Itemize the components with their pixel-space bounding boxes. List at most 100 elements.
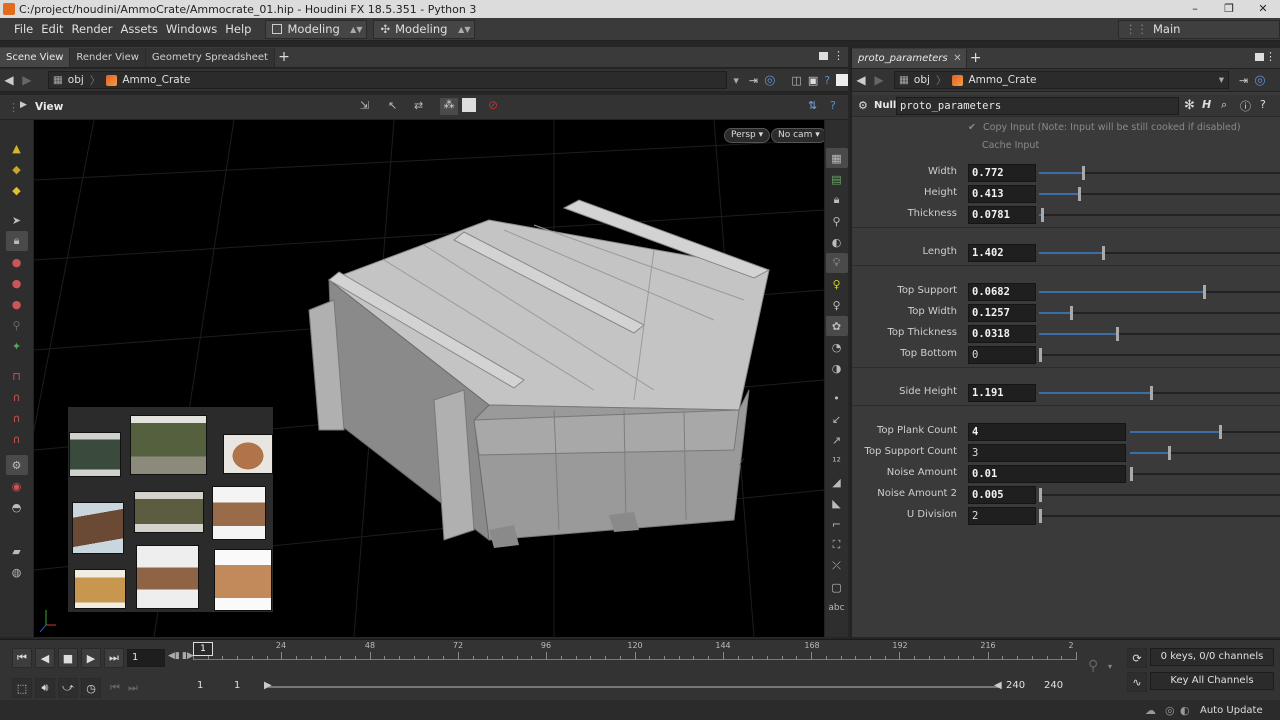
param-path-root[interactable]: obj xyxy=(914,74,930,86)
transform-icon[interactable]: ⇲ xyxy=(360,99,369,112)
tab-scene-view[interactable]: Scene View xyxy=(0,48,71,67)
view-options-icon[interactable]: ⇅ xyxy=(808,99,817,112)
object-icon[interactable]: ▢ xyxy=(826,577,848,597)
param-value-field[interactable]: 2 xyxy=(968,507,1036,525)
view-help-icon[interactable]: ? xyxy=(830,99,836,112)
copy-input-toggle[interactable]: ✔ Copy Input (Note: Input will be still … xyxy=(968,122,1241,133)
param-pane-options-icon[interactable]: ⋮ xyxy=(1265,50,1276,63)
range-slider[interactable] xyxy=(268,686,1000,688)
persp-menu-button[interactable]: Persp ▾ xyxy=(724,128,771,143)
slider-handle[interactable] xyxy=(1039,348,1042,362)
point-display-icon[interactable]: • xyxy=(826,388,848,408)
slider-handle[interactable] xyxy=(1039,509,1042,523)
add-tab-button[interactable]: + xyxy=(275,48,293,67)
cache-input-toggle[interactable]: Cache Input xyxy=(982,140,1039,151)
channel-refresh-icon[interactable]: ⟳ xyxy=(1127,648,1147,668)
slider-handle[interactable] xyxy=(1116,327,1120,341)
jump-end-button[interactable]: ⏭ xyxy=(104,648,124,668)
search-icon[interactable]: ⌕ xyxy=(1221,98,1227,112)
paint-icon[interactable]: ◆ xyxy=(6,180,28,200)
param-value-field[interactable]: 3 xyxy=(968,444,1126,462)
pane-menu-icon[interactable] xyxy=(819,52,828,60)
view-menu-arrow-icon[interactable]: ▶ xyxy=(20,100,27,110)
close-tab-icon[interactable]: ✕ xyxy=(953,49,961,68)
render-icon[interactable]: ▰ xyxy=(6,541,28,561)
tab-proto-parameters[interactable]: proto_parameters ✕ xyxy=(852,49,967,68)
help-icon[interactable]: ? xyxy=(824,74,830,87)
step-back-icon[interactable]: ◀▮ xyxy=(168,651,180,661)
hull-icon[interactable]: ◣ xyxy=(826,493,848,513)
slider-handle[interactable] xyxy=(1202,285,1206,299)
translate-tool-icon[interactable]: ✦ xyxy=(6,336,28,356)
uv-icon[interactable]: ⌐ xyxy=(826,514,848,534)
param-value-field[interactable]: 4 xyxy=(968,423,1126,441)
play-button[interactable]: ▶ xyxy=(81,648,101,668)
select-tool-icon[interactable]: ➤ xyxy=(6,210,28,230)
menu-assets[interactable]: Assets xyxy=(116,18,161,41)
brush-icon[interactable]: ◆ xyxy=(6,159,28,179)
lock-tool-icon[interactable]: 🔒︎ xyxy=(5,231,28,251)
shelf-select[interactable]: ✣ Modeling ▲▼ xyxy=(373,19,476,39)
template-icon[interactable]: ◑ xyxy=(826,358,848,378)
object-mode-icon[interactable] xyxy=(462,98,476,112)
slider-handle[interactable] xyxy=(1149,386,1153,400)
param-pane-menu-icon[interactable] xyxy=(1255,53,1264,61)
gear-icon[interactable]: ✻ xyxy=(1184,98,1195,113)
snap-grid-icon[interactable]: ∩ xyxy=(6,408,28,428)
pose-tool-icon[interactable]: ● xyxy=(6,294,28,314)
param-slider[interactable] xyxy=(1039,166,1280,180)
swap-icon[interactable]: ⇄ xyxy=(414,99,423,112)
range-end-field[interactable]: 240 xyxy=(1002,678,1038,696)
light-icon[interactable]: 💡︎ xyxy=(825,253,848,273)
abc-label[interactable]: abc xyxy=(826,598,848,618)
desktop-select[interactable]: Modeling ▲▼ xyxy=(265,19,368,39)
link-icon[interactable]: ◎ xyxy=(764,73,775,88)
param-back-arrow-icon[interactable]: ◀ xyxy=(852,73,870,87)
slider-handle[interactable] xyxy=(1218,425,1222,439)
param-value-field[interactable]: 0.01 xyxy=(968,465,1126,483)
param-slider[interactable] xyxy=(1130,467,1280,481)
curve-icon[interactable]: ⤫ xyxy=(826,556,848,576)
forward-arrow-icon[interactable]: ▶ xyxy=(18,73,36,87)
hda-icon[interactable]: H xyxy=(1202,98,1211,111)
sculpt-icon[interactable]: ▲ xyxy=(6,138,28,158)
magnet-icon[interactable]: ⊓ xyxy=(6,366,28,386)
current-frame-field[interactable]: 1 xyxy=(127,649,165,667)
slider-handle[interactable] xyxy=(1070,306,1074,320)
slider-handle[interactable] xyxy=(1041,208,1045,222)
flipbook-icon[interactable]: ◓ xyxy=(6,497,28,517)
play-reverse-button[interactable]: ◀ xyxy=(35,648,55,668)
rig-tool-icon[interactable]: ⚲ xyxy=(6,315,28,335)
next-key-icon[interactable]: ⏭ xyxy=(128,681,138,695)
param-slider[interactable] xyxy=(1039,306,1280,320)
tab-geometry-spreadsheet[interactable]: Geometry Spreadsheet xyxy=(145,48,275,67)
menu-help[interactable]: Help xyxy=(221,18,255,41)
param-slider[interactable] xyxy=(1039,208,1280,222)
param-slider[interactable] xyxy=(1039,187,1280,201)
display-options-icon[interactable]: ◫ xyxy=(791,74,801,87)
normals-icon[interactable]: ↙ xyxy=(826,409,848,429)
shading-icon[interactable]: ◐ xyxy=(826,232,848,252)
param-slider[interactable] xyxy=(1039,386,1280,400)
info-icon[interactable]: ⓘ xyxy=(1240,98,1251,114)
slider-handle[interactable] xyxy=(1130,467,1133,481)
menu-windows[interactable]: Windows xyxy=(162,18,221,41)
param-help-icon[interactable]: ? xyxy=(1260,98,1266,111)
headlight-icon[interactable]: ♀ xyxy=(826,295,848,315)
prim-numbers-icon[interactable]: ◢ xyxy=(826,472,848,492)
path-root[interactable]: obj xyxy=(68,74,84,86)
ghost-icon[interactable]: ◔ xyxy=(826,337,848,357)
no-entry-icon[interactable]: ⊘ xyxy=(488,98,498,112)
stop-button[interactable]: ■ xyxy=(58,648,78,668)
slider-handle[interactable] xyxy=(1039,488,1042,502)
key-dropdown-icon[interactable]: ▾ xyxy=(1108,662,1112,671)
update-mode-icon[interactable]: ◐ xyxy=(1180,704,1190,717)
selection-mode-icon[interactable]: ⁂ xyxy=(440,98,458,115)
reference-image-board[interactable] xyxy=(68,407,273,612)
menu-edit[interactable]: Edit xyxy=(37,18,67,41)
param-value-field[interactable]: 0.005 xyxy=(968,486,1036,504)
path-dropdown-icon[interactable]: ▾ xyxy=(733,74,739,87)
timeline-ruler[interactable]: 1 24 48 72 96 120 144 168 192 216 2 xyxy=(193,641,1077,669)
param-link-icon[interactable]: ◎ xyxy=(1254,73,1265,88)
param-slider[interactable] xyxy=(1039,488,1280,502)
